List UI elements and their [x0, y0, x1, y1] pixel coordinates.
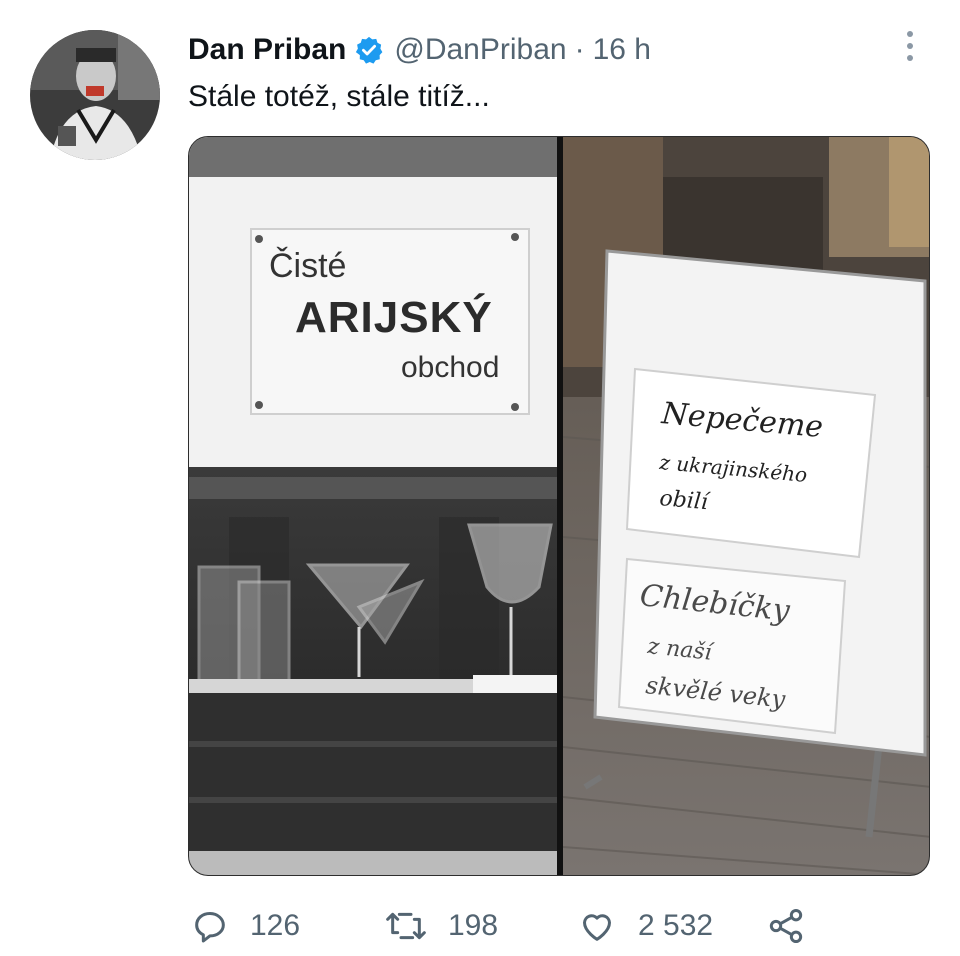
sign-line-1: Čisté	[269, 247, 346, 285]
reply-button[interactable]: 126	[190, 906, 300, 946]
right-photo-panel: Nepečeme z ukrajinského obilí Chlebíčky …	[562, 137, 929, 875]
retweet-count: 198	[448, 909, 499, 942]
tweet-media[interactable]: Čisté ARIJSKÝ obchod Nepečeme z ukrajins…	[188, 136, 930, 876]
sign-line-2: ARIJSKÝ	[295, 292, 493, 342]
left-photo-panel: Čisté ARIJSKÝ obchod	[189, 137, 557, 875]
avatar-image	[30, 30, 160, 160]
like-icon	[576, 906, 618, 946]
retweet-icon	[384, 906, 428, 946]
reply-icon	[190, 906, 230, 946]
sign-note-2: Chlebíčky z naší skvělé veky	[617, 557, 847, 735]
header-separator: ·	[574, 33, 585, 66]
tweet[interactable]: Dan Priban @DanPriban · 16 h Stále totéž…	[0, 0, 960, 954]
note1-line-3: obilí	[658, 486, 711, 515]
avatar[interactable]	[30, 30, 160, 160]
like-button[interactable]: 2 532	[576, 906, 713, 946]
verified-badge-icon	[354, 35, 384, 65]
author-handle[interactable]: @DanPriban	[394, 33, 566, 67]
share-button[interactable]	[766, 906, 806, 946]
sign-note-1: Nepečeme z ukrajinského obilí	[625, 367, 877, 559]
tweet-header: Dan Priban @DanPriban · 16 h	[188, 28, 651, 72]
author-name[interactable]: Dan Priban	[188, 33, 346, 67]
reply-count: 126	[250, 909, 301, 942]
sign-line-3: obchod	[401, 351, 499, 384]
tweet-text: Stále totéž, stále titíž...	[188, 80, 490, 113]
like-count: 2 532	[638, 909, 714, 942]
more-options-icon[interactable]	[896, 28, 924, 64]
retweet-button[interactable]: 198	[384, 906, 498, 946]
share-icon	[766, 906, 806, 946]
tweet-actions: 126 198 2 532	[188, 900, 828, 956]
tweet-time[interactable]: 16 h	[593, 33, 651, 67]
